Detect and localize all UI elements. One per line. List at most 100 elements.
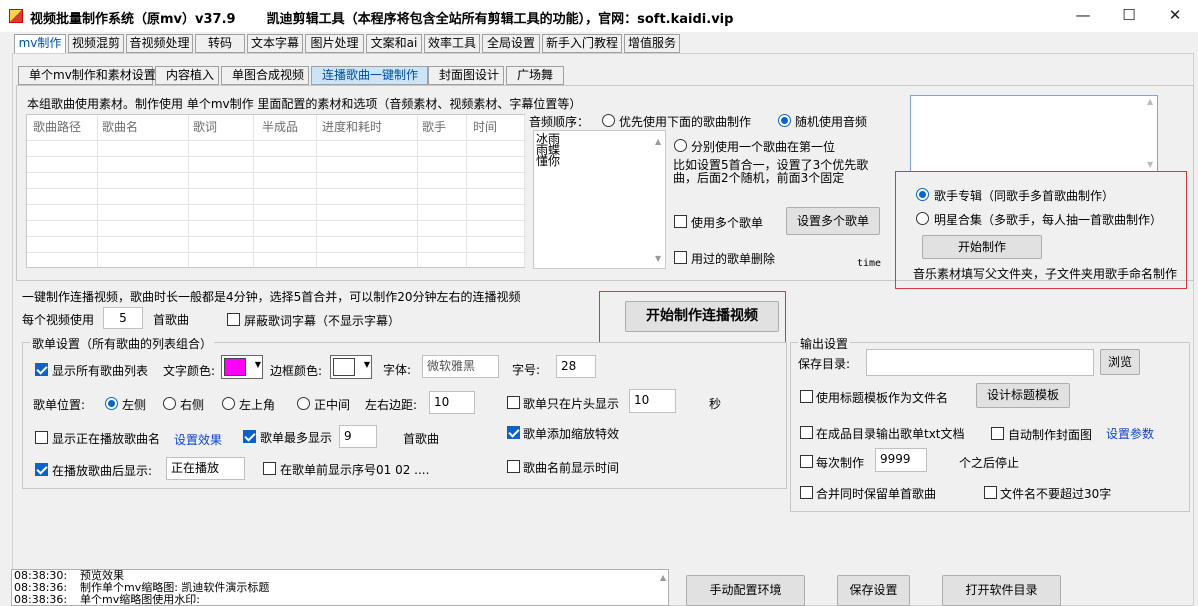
grid-line (188, 115, 189, 267)
set-params-link[interactable]: 设置参数 (1106, 425, 1154, 442)
show-playing-label: 显示正在播放歌曲名 (52, 432, 161, 446)
start-continuous-button[interactable]: 开始制作连播视频 (625, 301, 779, 332)
name-limit-checkbox[interactable] (984, 486, 997, 499)
use-title-template-checkbox[interactable] (800, 390, 813, 403)
show-time-checkbox[interactable] (507, 460, 520, 473)
sub-tab[interactable]: 封面图设计 (428, 66, 504, 85)
random-audio-radio[interactable] (778, 114, 791, 127)
show-playing-checkbox[interactable] (35, 431, 48, 444)
head-seconds-input[interactable]: 10 (629, 389, 676, 413)
font-size-input[interactable]: 28 (556, 355, 596, 378)
grid-line (27, 252, 524, 253)
after-playing-checkbox[interactable] (35, 463, 48, 476)
sub-tab[interactable]: 连播歌曲一键制作 (311, 66, 428, 85)
only-head-checkbox[interactable] (507, 396, 520, 409)
scroll-up-icon[interactable]: ▲ (1147, 97, 1153, 106)
song-column-header[interactable]: 歌曲名 (102, 118, 138, 135)
max-show-checkbox[interactable] (243, 430, 256, 443)
set-effect-link[interactable]: 设置效果 (174, 431, 222, 448)
song-column-header[interactable]: 歌词 (193, 118, 217, 135)
close-button[interactable]: ✕ (1152, 0, 1198, 32)
position-center-radio[interactable] (297, 397, 310, 410)
zoom-effect-label: 歌单添加缩放特效 (523, 427, 620, 441)
main-tab[interactable]: mv制作 (14, 34, 66, 54)
margin-input[interactable]: 10 (429, 391, 475, 414)
design-template-button[interactable]: 设计标题模板 (976, 383, 1070, 408)
seconds-label: 秒 (709, 397, 722, 411)
border-color-picker[interactable]: ▼ (330, 355, 372, 379)
playing-text-input[interactable]: 正在播放 (166, 457, 245, 480)
song-column-header[interactable]: 歌手 (422, 118, 446, 135)
show-number-label: 在歌单前显示序号01 02 .... (280, 463, 430, 477)
songs-per-video-input[interactable]: 5 (103, 307, 143, 329)
scroll-up-icon[interactable]: ▲ (660, 573, 666, 582)
auto-cover-checkbox[interactable] (991, 427, 1004, 440)
sub-tab[interactable]: 广场舞 (506, 66, 564, 85)
sub-tab[interactable]: 内容植入 (155, 66, 219, 85)
save-settings-button[interactable]: 保存设置 (837, 575, 910, 606)
show-all-songs-checkbox[interactable] (35, 363, 48, 376)
artist-start-button[interactable]: 开始制作 (922, 235, 1042, 259)
song-column-header[interactable]: 时间 (473, 118, 497, 135)
auto-cover-label: 自动制作封面图 (1008, 428, 1093, 442)
save-dir-input[interactable] (866, 349, 1094, 376)
every-make-checkbox[interactable] (800, 455, 813, 468)
song-table[interactable] (26, 114, 525, 268)
main-tab[interactable]: 视频混剪 (68, 34, 124, 53)
mask-lyrics-checkbox[interactable] (227, 313, 240, 326)
sub-tab[interactable]: 单图合成视频 (221, 66, 309, 85)
set-multi-list-button[interactable]: 设置多个歌单 (786, 207, 880, 235)
delete-used-checkbox[interactable] (674, 251, 687, 264)
keep-single-checkbox[interactable] (800, 486, 813, 499)
position-center-label: 正中间 (314, 398, 351, 412)
main-tab[interactable]: 图片处理 (305, 34, 364, 53)
artist-album-radio[interactable] (916, 188, 929, 201)
scroll-down-icon[interactable]: ▼ (1147, 160, 1153, 169)
main-tab[interactable]: 增值服务 (624, 34, 680, 53)
main-tab[interactable]: 效率工具 (424, 34, 480, 53)
audio-order-note: 比如设置5首合一，设置了3个优先歌曲，后面2个随机，前面3个固定 (673, 158, 869, 185)
open-dir-button[interactable]: 打开软件目录 (942, 575, 1061, 606)
main-tab[interactable]: 转码 (195, 34, 245, 53)
star-collection-radio[interactable] (916, 212, 929, 225)
show-number-checkbox[interactable] (263, 462, 276, 475)
minimize-button[interactable]: — (1060, 0, 1106, 32)
priority-songs-label: 优先使用下面的歌曲制作 (619, 115, 752, 129)
main-tab[interactable]: 全局设置 (482, 34, 540, 53)
main-tab[interactable]: 音视频处理 (126, 34, 193, 53)
font-input[interactable]: 微软雅黑 (422, 355, 499, 378)
border-color-swatch (333, 358, 355, 376)
maximize-button[interactable]: ☐ (1106, 0, 1152, 32)
every-make-label: 每次制作 (816, 456, 865, 470)
name-limit-label: 文件名不要超过30字 (1000, 487, 1112, 501)
every-make-input[interactable]: 9999 (875, 448, 927, 472)
song-column-header[interactable]: 歌曲路径 (33, 118, 81, 135)
mask-lyrics-label: 屏蔽歌词字幕（不显示字幕） (244, 314, 401, 328)
song-column-header[interactable]: 半成品 (262, 118, 298, 135)
position-right-radio[interactable] (163, 397, 176, 410)
preview-textbox[interactable] (910, 95, 1158, 172)
per-video-label: 每个视频使用 (22, 313, 95, 327)
song-column-header[interactable]: 进度和耗时 (322, 118, 382, 135)
sub-tab[interactable]: 单个mv制作和素材设置 (18, 66, 156, 85)
max-show-input[interactable]: 9 (339, 425, 377, 448)
use-multi-list-checkbox[interactable] (674, 215, 687, 228)
scroll-up-icon[interactable]: ▲ (655, 137, 661, 146)
text-color-picker[interactable]: ▼ (221, 355, 263, 379)
grid-line (27, 156, 524, 157)
audio-song-item[interactable]: 懂你 (536, 155, 560, 167)
main-tab[interactable]: 文本字幕 (247, 34, 303, 53)
browse-button[interactable]: 浏览 (1100, 349, 1140, 375)
priority-songs-radio[interactable] (602, 114, 615, 127)
export-txt-checkbox[interactable] (800, 426, 813, 439)
scroll-down-icon[interactable]: ▼ (655, 254, 661, 263)
manual-env-button[interactable]: 手动配置环境 (686, 575, 805, 606)
zoom-effect-checkbox[interactable] (507, 426, 520, 439)
grid-line (27, 236, 524, 237)
position-left-radio[interactable] (105, 397, 118, 410)
main-tab[interactable]: 新手入门教程 (542, 34, 622, 53)
position-top-left-radio[interactable] (222, 397, 235, 410)
each-first-radio[interactable] (674, 139, 687, 152)
main-tab[interactable]: 文案和ai (366, 34, 422, 53)
margin-label: 左右边距: (365, 398, 418, 412)
